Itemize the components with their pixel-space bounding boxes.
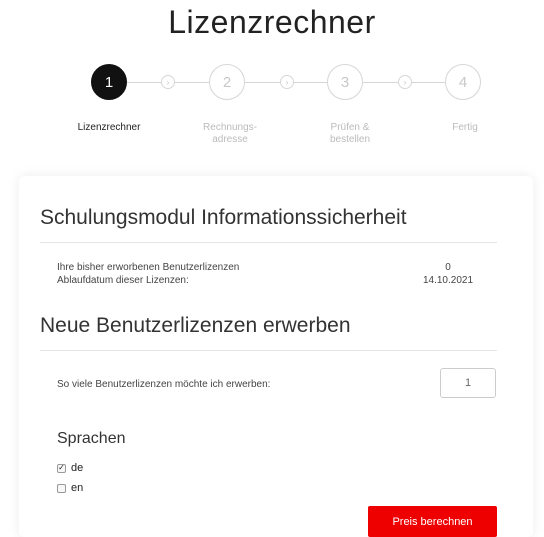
languages-title: Sprachen (57, 430, 126, 447)
new-licenses-title: Neue Benutzerlizenzen erwerben (40, 314, 351, 337)
step-4-label: Fertig (452, 122, 478, 133)
divider (40, 242, 497, 243)
chevron-right-icon: › (280, 75, 294, 89)
step-2-label: Rechnungs- adresse (203, 122, 257, 145)
chevron-right-icon: › (398, 75, 412, 89)
checkbox-checked-icon[interactable]: ✓ (57, 463, 66, 473)
page-title: Lizenzrechner (168, 4, 376, 40)
calculate-price-button[interactable]: Preis berechnen (368, 506, 497, 537)
expiry-label: Ablaufdatum dieser Lizenzen: (57, 275, 189, 286)
language-option-en[interactable]: en (57, 482, 83, 494)
language-option-de[interactable]: ✓ de (57, 462, 83, 474)
licenses-value: 0 (445, 262, 451, 273)
step-3-label: Prüfen & bestellen (329, 122, 371, 145)
quantity-input[interactable]: 1 (440, 368, 496, 398)
chevron-right-icon: › (161, 75, 175, 89)
expiry-value: 14.10.2021 (422, 275, 474, 286)
checkbox-unchecked-icon[interactable] (57, 483, 66, 493)
licenses-label: Ihre bisher erworbenen Benutzerlizenzen (57, 262, 240, 273)
step-2-circle[interactable]: 2 (209, 64, 245, 100)
step-3-circle[interactable]: 3 (327, 64, 363, 100)
language-label-de: de (71, 462, 84, 474)
step-1-circle[interactable]: 1 (91, 64, 127, 100)
progress-stepper: › › › 1 2 3 4 (0, 64, 544, 104)
step-4-circle[interactable]: 4 (445, 64, 481, 100)
step-1-label: Lizenzrechner (77, 122, 141, 133)
quantity-label: So viele Benutzerlizenzen möchte ich erw… (57, 379, 271, 390)
language-label-en: en (71, 482, 84, 494)
module-title: Schulungsmodul Informationssicherheit (40, 206, 407, 229)
divider (40, 350, 497, 351)
license-card (19, 176, 533, 537)
